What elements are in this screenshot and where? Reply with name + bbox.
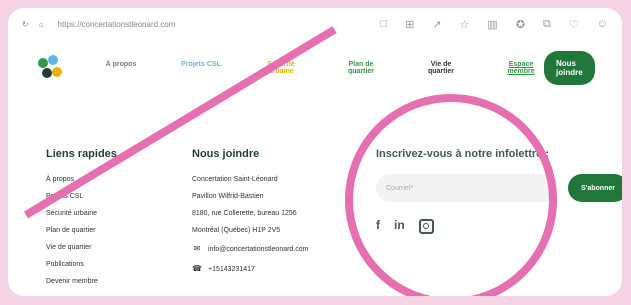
main-nav: À propos Projets CSL Sécurité urbaine Pl… <box>98 61 544 75</box>
refresh-icon[interactable]: ↻ <box>22 20 29 29</box>
translate-icon[interactable]: ⊞ <box>405 18 414 31</box>
street-address: 8180, rue Collerette, bureau 1256 <box>192 210 297 217</box>
linkedin-icon[interactable]: in <box>394 218 405 233</box>
read-mode-icon[interactable]: □ <box>380 18 387 31</box>
contact-title: Nous joindre <box>192 148 260 160</box>
footer-link-publications[interactable]: Publications <box>46 261 117 268</box>
subscribe-button[interactable]: S'abonner <box>568 174 622 202</box>
share-icon[interactable]: ↗ <box>432 18 441 31</box>
newsletter-form: Courriel* S'abonner <box>376 174 622 202</box>
favorites-icon[interactable]: ☆ <box>460 18 470 31</box>
footer-link-securite-urbaine[interactable]: Sécurité urbaine <box>46 210 117 217</box>
logo-dot-dark <box>42 68 52 78</box>
contact-column: Nous joindre Concertation Saint-Léonard … <box>192 148 309 284</box>
browser-window: ↻ ⌂ https://concertationstleonard.com □ … <box>8 8 622 296</box>
email-link[interactable]: info@concertationstleonard.com <box>208 246 309 253</box>
mail-icon: ✉ <box>193 244 201 253</box>
split-icon[interactable]: ▥ <box>487 18 497 31</box>
browser-actions: □ ⊞ ↗ ☆ ▥ ✪ ⧉ ♡ ☺ <box>380 18 608 31</box>
nav-item-plan-de-quartier[interactable]: Plan de quartier <box>338 61 384 75</box>
facebook-icon[interactable]: f <box>376 218 380 233</box>
newsletter-title: Inscrivez-vous à notre infolettre : <box>376 148 549 160</box>
nav-item-espace-membre[interactable]: Espace membre <box>498 61 544 75</box>
heart-icon[interactable]: ♡ <box>569 18 579 31</box>
footer-link-plan-de-quartier[interactable]: Plan de quartier <box>46 227 117 234</box>
nav-item-vie-de-quartier[interactable]: Vie de quartier <box>418 61 464 75</box>
quick-links-title: Liens rapides <box>46 148 117 160</box>
logo-dot-green <box>38 58 48 68</box>
org-name: Concertation Saint-Léonard <box>192 176 278 183</box>
email-row[interactable]: ✉ info@concertationstleonard.com <box>192 244 309 254</box>
instagram-icon[interactable] <box>418 219 434 234</box>
city-postal: Montréal (Québec) H1P 2V5 <box>192 227 281 234</box>
profile-icon[interactable]: ☺ <box>597 18 608 31</box>
social-links: f in <box>376 218 622 234</box>
lock-icon: ⌂ <box>38 19 44 29</box>
site-header: À propos Projets CSL Sécurité urbaine Pl… <box>8 46 622 90</box>
footer-link-vie-de-quartier[interactable]: Vie de quartier <box>46 244 117 251</box>
building-name: Pavillon Wilfrid-Bastien <box>192 193 264 200</box>
nav-item-projets-csl[interactable]: Projets CSL <box>178 61 224 75</box>
footer-link-devenir-membre[interactable]: Devenir membre <box>46 278 117 285</box>
address-bar[interactable]: https://concertationstleonard.com <box>58 20 176 29</box>
contact-cta-button[interactable]: Nous joindre <box>544 51 595 85</box>
phone-link[interactable]: +15143231417 <box>208 266 255 273</box>
phone-row[interactable]: ☎ +15143231417 <box>192 264 309 274</box>
email-input[interactable]: Courriel* <box>376 174 558 202</box>
extensions-icon[interactable]: ⧉ <box>543 18 551 31</box>
nav-item-a-propos[interactable]: À propos <box>98 61 144 75</box>
newsletter-column: Inscrivez-vous à notre infolettre : Cour… <box>376 148 622 234</box>
logo-dot-blue <box>48 55 58 65</box>
logo-dot-yellow <box>52 67 62 77</box>
phone-icon: ☎ <box>192 264 202 273</box>
collections-icon[interactable]: ✪ <box>516 18 525 31</box>
